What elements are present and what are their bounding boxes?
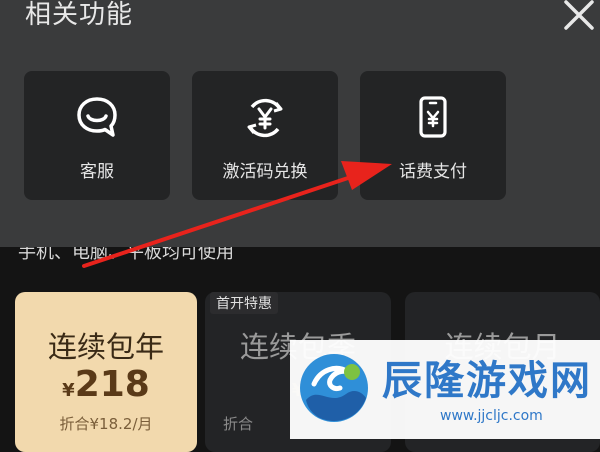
related-functions-panel: 相关功能 客服 激活码兑换 话费支付 (0, 0, 600, 247)
tile-label: 客服 (80, 162, 114, 182)
watermark-url: www.jjcljc.com (440, 408, 543, 424)
plan-price: ¥218 (62, 364, 150, 405)
plan-name: 连续包年 (47, 330, 164, 364)
first-time-badge: 首开特惠 (210, 292, 278, 314)
watermark: 辰隆游戏网 www.jjcljc.com (290, 340, 600, 439)
tile-customer-service[interactable]: 客服 (24, 71, 170, 200)
watermark-title: 辰隆游戏网 (382, 358, 592, 404)
panel-title: 相关功能 (25, 0, 134, 30)
yuan-exchange-icon (247, 98, 283, 138)
close-icon[interactable] (560, 0, 598, 32)
logo-icon (300, 354, 368, 422)
customer-service-icon (77, 97, 117, 137)
tile-label: 激活码兑换 (222, 162, 308, 182)
tile-label: 话费支付 (399, 162, 467, 182)
phone-payment-icon (419, 96, 447, 138)
tile-activation-code[interactable]: 激活码兑换 (192, 71, 338, 200)
tile-phone-payment[interactable]: 话费支付 (360, 71, 506, 200)
